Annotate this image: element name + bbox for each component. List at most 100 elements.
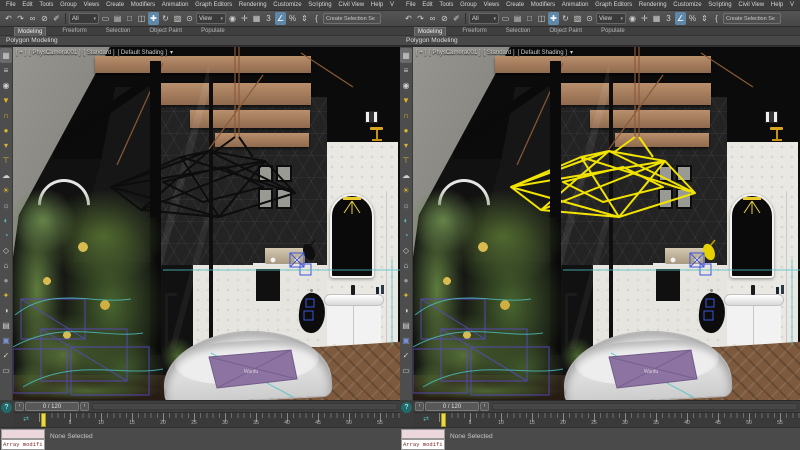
controller-icon[interactable]: ◇	[0, 243, 12, 258]
proxy-box-icon[interactable]: ▣	[0, 333, 12, 348]
color-swatch-icon[interactable]: ✦	[0, 288, 12, 303]
menu-item[interactable]: V	[390, 2, 394, 8]
select-and-move-icon[interactable]: ✚	[548, 12, 559, 25]
bind-to-space-warp-icon[interactable]: ✐	[51, 12, 62, 25]
select-and-place-icon[interactable]: ⊙	[184, 12, 195, 25]
menu-item[interactable]: Animation	[162, 2, 189, 8]
proxy-box-icon[interactable]: ▣	[400, 333, 412, 348]
viewport-camera-menu[interactable]: [ PhysCamera001 ]	[429, 50, 480, 56]
color-swatch-icon[interactable]: ✦	[400, 288, 412, 303]
light-filter-icon[interactable]: ▾	[400, 138, 412, 153]
light-lister-icon[interactable]: ▼	[400, 93, 412, 108]
menu-item[interactable]: Graph Editors	[595, 2, 632, 8]
viewport-pov-menu[interactable]: [ + ]	[416, 50, 426, 56]
daylight-icon[interactable]: ☼	[0, 198, 12, 213]
reference-coordinate-dropdown[interactable]: View▾	[596, 13, 626, 24]
camera-icon[interactable]: ◉	[0, 78, 12, 93]
select-mode-icon[interactable]: ▦	[400, 48, 412, 63]
ribbon-tab[interactable]: Freeform	[59, 27, 89, 36]
bind-to-space-warp-icon[interactable]: ✐	[451, 12, 462, 25]
menu-item[interactable]: Customize	[673, 2, 701, 8]
menu-item[interactable]: Civil View	[338, 2, 364, 8]
viewport-shading-menu[interactable]: [ Default Shading ]	[518, 50, 567, 56]
angle-snap-toggle-icon[interactable]: ∠	[275, 12, 286, 25]
ribbon-tab[interactable]: Object Paint	[146, 27, 185, 36]
globe-icon[interactable]: ◐	[0, 213, 12, 228]
select-and-move-icon[interactable]: ✚	[148, 12, 159, 25]
light-lister-icon[interactable]: ▼	[0, 93, 12, 108]
select-and-rotate-icon[interactable]: ↻	[560, 12, 571, 25]
menu-item[interactable]: Rendering	[639, 2, 667, 8]
undo-icon[interactable]: ↶	[403, 12, 414, 25]
check-icon[interactable]: ✓	[0, 348, 12, 363]
unlink-selection-icon[interactable]: ⊘	[439, 12, 450, 25]
material-sphere-icon[interactable]: ●	[0, 273, 12, 288]
globe-icon[interactable]: ◐	[400, 213, 412, 228]
menu-item[interactable]: Modifiers	[531, 2, 555, 8]
ribbon-tab[interactable]: Modeling	[14, 27, 46, 36]
snaps-toggle-icon[interactable]: 3	[663, 12, 674, 25]
sun-light-icon[interactable]: ☀	[0, 183, 12, 198]
ribbon-panel-header[interactable]: Polygon Modeling	[400, 36, 800, 46]
ribbon-tab[interactable]: Selection	[503, 27, 534, 36]
spinner-snap-toggle-icon[interactable]: ⇕	[699, 12, 710, 25]
menu-item[interactable]: Help	[371, 2, 383, 8]
environment-icon[interactable]: ⌂	[0, 258, 12, 273]
menu-item[interactable]: Tools	[439, 2, 453, 8]
menu-item[interactable]: Views	[483, 2, 499, 8]
viewport-shading-menu[interactable]: [ Default Shading ]	[118, 50, 167, 56]
sphere-light-icon[interactable]: ●	[0, 123, 12, 138]
window-crossing-icon[interactable]: ◫	[136, 12, 147, 25]
ribbon-panel-header[interactable]: Polygon Modeling	[0, 36, 400, 46]
next-frame-button[interactable]: ›	[480, 402, 489, 411]
select-and-manipulate-icon[interactable]: ✛	[639, 12, 650, 25]
spinner-snap-toggle-icon[interactable]: ⇕	[299, 12, 310, 25]
menu-item[interactable]: Group	[460, 2, 477, 8]
timeline-ruler[interactable]: 510152025303540455055	[439, 413, 800, 427]
frame-buffer-icon[interactable]: ▭	[0, 363, 12, 378]
viewport-style-menu[interactable]: [ Standard ]	[484, 50, 515, 56]
select-by-name-icon[interactable]: ▤	[112, 12, 123, 25]
exposure-icon[interactable]: ◔	[0, 228, 12, 243]
selected-light-plane[interactable]: Warifu	[609, 350, 697, 388]
viewport-style-menu[interactable]: [ Standard ]	[84, 50, 115, 56]
snaps-toggle-icon[interactable]: 3	[263, 12, 274, 25]
render-ball-icon[interactable]: ◑	[400, 303, 412, 318]
dome-light-icon[interactable]: ∩	[0, 108, 12, 123]
frame-buffer-icon[interactable]: ▭	[400, 363, 412, 378]
percent-snap-toggle-icon[interactable]: %	[687, 12, 698, 25]
undo-icon[interactable]: ↶	[3, 12, 14, 25]
select-mode-icon[interactable]: ▦	[0, 48, 12, 63]
named-selection-sets-icon[interactable]: {	[711, 12, 722, 25]
reference-coordinate-dropdown[interactable]: View▾	[196, 13, 226, 24]
select-and-link-icon[interactable]: ∞	[427, 12, 438, 25]
ribbon-tab[interactable]: Freeform	[459, 27, 489, 36]
per-view-filter-icon[interactable]: ▾	[170, 49, 173, 56]
previous-frame-button[interactable]: ‹	[15, 402, 24, 411]
select-object-icon[interactable]: ▭	[500, 12, 511, 25]
wall-lamp-shade[interactable]	[301, 242, 318, 262]
rectangular-selection-region-icon[interactable]: □	[524, 12, 535, 25]
pendant-chandelier-wireframe[interactable]	[511, 137, 695, 217]
menu-item[interactable]: Animation	[562, 2, 589, 8]
light-filter-icon[interactable]: ▾	[0, 138, 12, 153]
current-frame-display[interactable]: 0 / 120	[25, 402, 79, 411]
timeline-ruler[interactable]: 510152025303540455055	[39, 413, 400, 427]
layers-icon[interactable]: ▤	[400, 318, 412, 333]
select-and-rotate-icon[interactable]: ↻	[160, 12, 171, 25]
use-pivot-point-center-icon[interactable]: ◉	[627, 12, 638, 25]
macro-recorder-field[interactable]	[1, 429, 45, 439]
help-icon[interactable]: ?	[401, 402, 412, 413]
time-slider-track[interactable]	[492, 403, 798, 410]
render-setup-icon[interactable]: ≡	[0, 63, 12, 78]
camera-viewport[interactable]: [ + ] [ PhysCamera001 ] [ Standard ] [ D…	[13, 47, 400, 400]
help-icon[interactable]: ?	[1, 402, 12, 413]
viewport-camera-menu[interactable]: [ PhysCamera001 ]	[29, 50, 80, 56]
menu-item[interactable]: Help	[771, 2, 783, 8]
select-and-scale-icon[interactable]: ▧	[572, 12, 583, 25]
ribbon-tab[interactable]: Selection	[103, 27, 134, 36]
controller-icon[interactable]: ◇	[400, 243, 412, 258]
redo-icon[interactable]: ↷	[15, 12, 26, 25]
menu-item[interactable]: Edit	[422, 2, 432, 8]
select-and-place-icon[interactable]: ⊙	[584, 12, 595, 25]
